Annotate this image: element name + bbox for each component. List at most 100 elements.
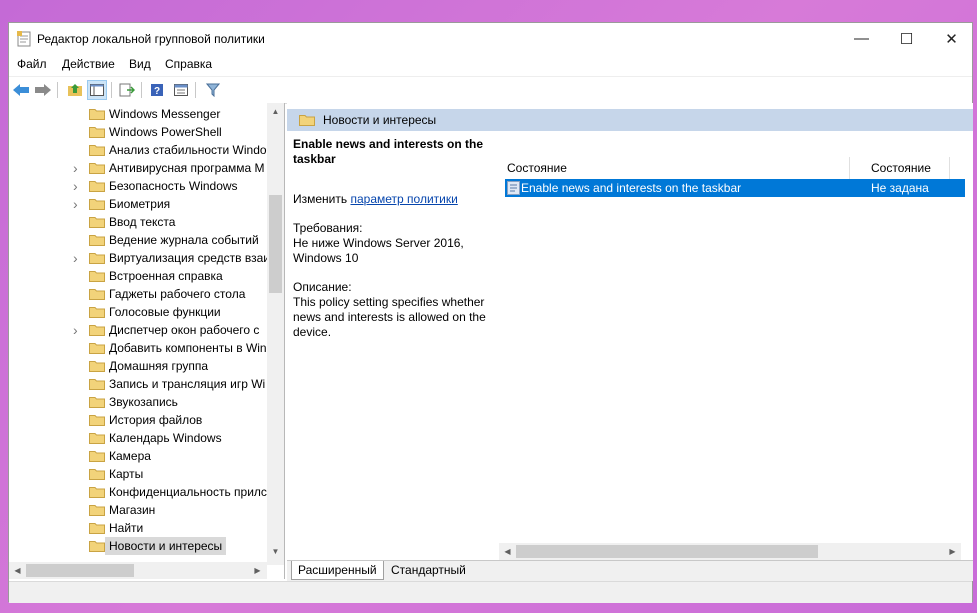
menu-action[interactable]: Действие bbox=[62, 57, 115, 71]
tab-standard[interactable]: Стандартный bbox=[385, 561, 472, 579]
tree-item[interactable]: › Виртуализация средств взаи bbox=[9, 249, 267, 267]
view-tabs: Расширенный Стандартный bbox=[287, 560, 973, 581]
tree-item[interactable]: Windows Messenger bbox=[9, 105, 267, 123]
tree-item-label: Звукозапись bbox=[109, 395, 178, 409]
tree-vertical-scrollbar[interactable]: ▲ ▼ bbox=[267, 103, 284, 565]
tree-item-label: Антивирусная программа M bbox=[109, 161, 265, 175]
show-tree-button[interactable] bbox=[87, 80, 107, 100]
details-header-title: Новости и интересы bbox=[323, 113, 437, 127]
main-window: Редактор локальной групповой политики — … bbox=[8, 22, 974, 603]
filter-button[interactable] bbox=[203, 80, 223, 100]
close-icon: ✕ bbox=[945, 30, 958, 48]
description-text: This policy setting specifies whether ne… bbox=[293, 295, 486, 339]
tree-item-label: Ввод текста bbox=[109, 215, 176, 229]
column-header-setting[interactable]: Состояние bbox=[507, 157, 567, 179]
tree-item-label: Windows PowerShell bbox=[109, 125, 222, 139]
expand-chevron-icon[interactable]: › bbox=[73, 195, 83, 213]
list-hscroll-thumb[interactable] bbox=[516, 545, 818, 558]
tree-item[interactable]: Запись и трансляция игр Wi bbox=[9, 375, 267, 393]
window-title: Редактор локальной групповой политики bbox=[37, 32, 265, 46]
requirements-label: Требования: bbox=[293, 221, 363, 235]
tree-item[interactable]: › Безопасность Windows bbox=[9, 177, 267, 195]
expand-chevron-icon[interactable]: › bbox=[73, 159, 83, 177]
tab-extended[interactable]: Расширенный bbox=[291, 561, 384, 580]
list-scroll-left-icon[interactable]: ◀ bbox=[499, 543, 516, 560]
folder-icon bbox=[89, 433, 105, 444]
menu-file[interactable]: Файл bbox=[17, 57, 47, 71]
tree-horizontal-scrollbar[interactable]: ◀ ▶ bbox=[9, 562, 267, 579]
export-button[interactable] bbox=[117, 80, 137, 100]
folder-icon bbox=[299, 115, 315, 126]
expand-chevron-icon[interactable]: › bbox=[73, 321, 83, 339]
tree-item[interactable]: Голосовые функции bbox=[9, 303, 267, 321]
tree-item-label: Безопасность Windows bbox=[109, 179, 238, 193]
folder-icon bbox=[89, 451, 105, 462]
tree-item[interactable]: Календарь Windows bbox=[9, 429, 267, 447]
help-button[interactable]: ? bbox=[147, 80, 167, 100]
expand-chevron-icon[interactable]: › bbox=[73, 249, 83, 267]
scroll-down-icon[interactable]: ▼ bbox=[267, 543, 284, 560]
toolbar: ? bbox=[9, 76, 972, 104]
policy-title: Enable news and interests on the taskbar bbox=[293, 137, 484, 166]
settings-list: Состояние Состояние Enable news and inte… bbox=[499, 131, 973, 551]
forward-button[interactable] bbox=[33, 80, 53, 100]
properties-button[interactable] bbox=[171, 80, 191, 100]
tree-item[interactable]: Гаджеты рабочего стола bbox=[9, 285, 267, 303]
tree-item[interactable]: Карты bbox=[9, 465, 267, 483]
tree-item[interactable]: Ввод текста bbox=[9, 213, 267, 231]
tree-item[interactable]: Найти bbox=[9, 519, 267, 537]
expand-chevron-icon[interactable]: › bbox=[73, 177, 83, 195]
tree-item[interactable]: Магазин bbox=[9, 501, 267, 519]
up-button[interactable] bbox=[65, 80, 85, 100]
maximize-button[interactable]: ☐ bbox=[884, 23, 929, 54]
scroll-right-icon[interactable]: ▶ bbox=[249, 562, 266, 579]
folder-icon bbox=[89, 523, 105, 534]
folder-icon bbox=[89, 235, 105, 246]
column-header-state[interactable]: Состояние bbox=[871, 157, 931, 179]
folder-icon bbox=[89, 163, 105, 174]
scroll-left-icon[interactable]: ◀ bbox=[9, 562, 26, 579]
minimize-button[interactable]: — bbox=[839, 23, 884, 54]
tree-item[interactable]: › Антивирусная программа M bbox=[9, 159, 267, 177]
edit-policy-link[interactable]: параметр политики bbox=[350, 192, 457, 206]
close-button[interactable]: ✕ bbox=[929, 23, 974, 54]
tree-item[interactable]: Встроенная справка bbox=[9, 267, 267, 285]
extended-description: Enable news and interests on the taskbar… bbox=[287, 131, 497, 551]
tree-item[interactable]: Новости и интересы bbox=[9, 537, 267, 555]
folder-icon bbox=[89, 415, 105, 426]
folder-icon bbox=[89, 541, 105, 552]
maximize-icon: ☐ bbox=[899, 30, 914, 48]
tree-item[interactable]: Ведение журнала событий bbox=[9, 231, 267, 249]
folder-icon bbox=[89, 217, 105, 228]
tree-item[interactable]: Звукозапись bbox=[9, 393, 267, 411]
tree-item[interactable]: Камера bbox=[9, 447, 267, 465]
tree-item-label: Карты bbox=[109, 467, 144, 481]
tree-item[interactable]: История файлов bbox=[9, 411, 267, 429]
tree-item-label: Голосовые функции bbox=[109, 305, 221, 319]
tree-item[interactable]: Добавить компоненты в Win bbox=[9, 339, 267, 357]
menu-help[interactable]: Справка bbox=[165, 57, 212, 71]
tree-item[interactable]: › Биометрия bbox=[9, 195, 267, 213]
tree-item[interactable]: Windows PowerShell bbox=[9, 123, 267, 141]
tree-item[interactable]: Анализ стабильности Windo bbox=[9, 141, 267, 159]
tree-item-label: Конфиденциальность прилс bbox=[109, 485, 267, 499]
list-horizontal-scrollbar[interactable]: ◀ ▶ bbox=[499, 543, 961, 560]
tree-item-label: Диспетчер окон рабочего с bbox=[109, 323, 260, 337]
tree-item-label: Ведение журнала событий bbox=[109, 233, 259, 247]
table-row[interactable]: Enable news and interests on the taskbar… bbox=[505, 179, 965, 197]
tree-item[interactable]: Домашняя группа bbox=[9, 357, 267, 375]
tree-item[interactable]: Конфиденциальность прилс bbox=[9, 483, 267, 501]
folder-icon bbox=[89, 325, 105, 336]
folder-icon bbox=[89, 361, 105, 372]
tree-item-label: История файлов bbox=[109, 413, 203, 427]
tree-item-label: Домашняя группа bbox=[109, 359, 209, 373]
scroll-up-icon[interactable]: ▲ bbox=[267, 103, 284, 120]
menu-bar: Файл Действие Вид Справка bbox=[9, 54, 972, 75]
tree-item[interactable]: › Диспетчер окон рабочего с bbox=[9, 321, 267, 339]
policy-setting-icon bbox=[507, 181, 520, 195]
menu-view[interactable]: Вид bbox=[129, 57, 151, 71]
back-button[interactable] bbox=[11, 80, 31, 100]
tree-scroll-thumb[interactable] bbox=[269, 195, 282, 293]
list-scroll-right-icon[interactable]: ▶ bbox=[944, 543, 961, 560]
tree-hscroll-thumb[interactable] bbox=[26, 564, 134, 577]
